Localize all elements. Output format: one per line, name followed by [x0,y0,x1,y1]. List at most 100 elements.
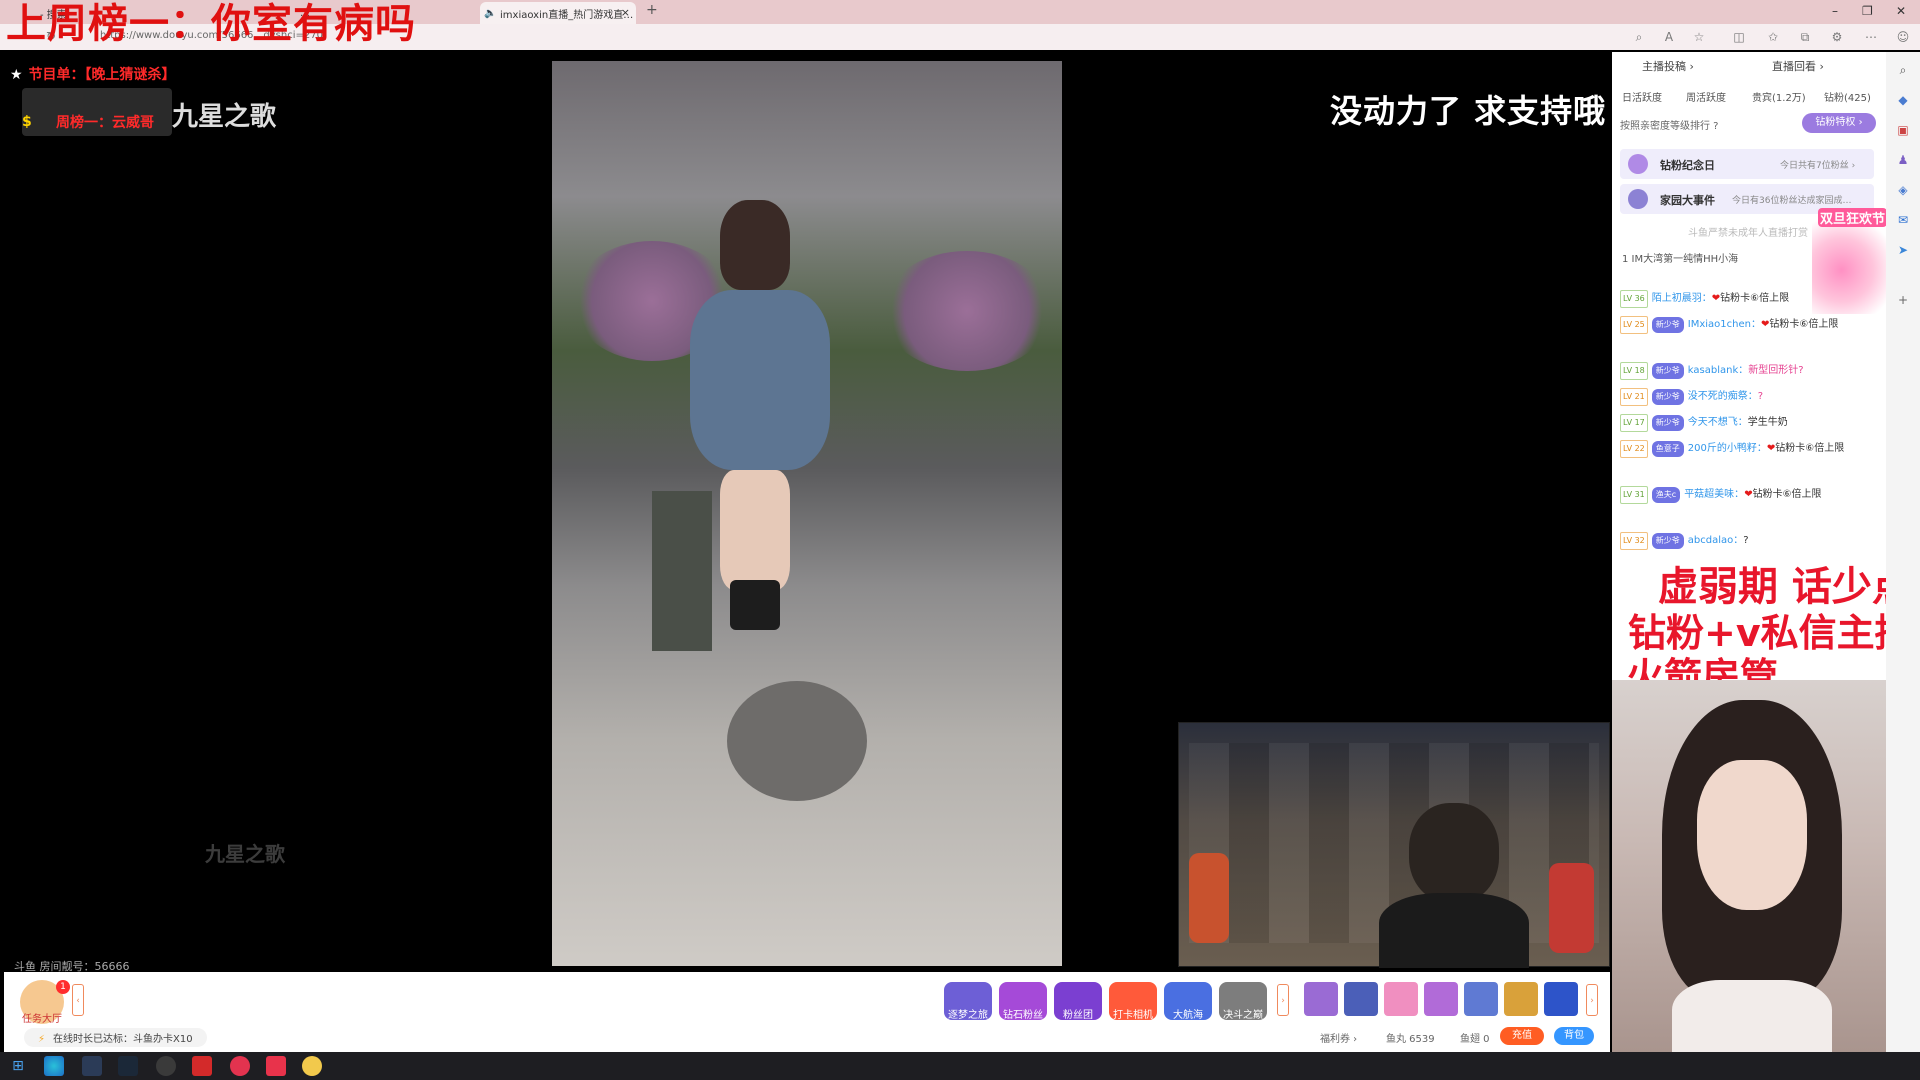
task-badge: 1 [56,980,70,994]
backpack-button[interactable]: 背包 [1554,1027,1594,1045]
recharge-button[interactable]: 充值 [1500,1027,1544,1045]
tab-daily-activity[interactable]: 日活跃度 [1622,89,1662,104]
anchor-camera[interactable] [1612,680,1886,1080]
gift-item[interactable] [1544,982,1578,1016]
chat-message[interactable]: LV 21 新少爷 没不死的痴祭：? [1620,388,1878,406]
outlook-icon[interactable]: ✉ [1893,210,1913,230]
gift-item[interactable] [1504,982,1538,1016]
rank-title: 按照亲密度等级排行 ? [1620,121,1719,132]
games-icon[interactable]: ♟ [1893,150,1913,170]
chat-message[interactable]: LV 32 新少爷 abcdalao：? [1620,532,1878,550]
gift-item[interactable] [1344,982,1378,1016]
gift-item[interactable] [1304,982,1338,1016]
close-tab-icon[interactable]: × [621,6,630,19]
diamond-anniversary-card[interactable]: 钻粉纪念日 今日共有7位粉丝 › [1620,149,1874,179]
extensions-icon[interactable]: ⚙ [1830,30,1844,44]
restore-button[interactable]: ❐ [1862,4,1873,18]
search-icon[interactable]: ⌕ [1893,60,1913,80]
toolbox-icon[interactable]: ▣ [1893,120,1913,140]
pip-camera[interactable] [1178,722,1610,968]
activity-button[interactable]: 打卡相机 [1109,982,1157,1021]
chat-message[interactable]: LV 25 新少爷 IMxiao1chen：❤钻粉卡⑥倍上限 [1620,316,1878,334]
edge-icon[interactable] [44,1056,64,1076]
tab-diamond-fans[interactable]: 钻粉(425) [1824,89,1871,104]
office-icon[interactable]: ◈ [1893,180,1913,200]
zoom-icon[interactable]: ⌕ [1632,30,1646,44]
chat-text: ? [1757,391,1764,402]
program-label: ★ 节目单：【晚上猜谜杀】 [10,67,176,83]
read-aloud-icon[interactable]: A [1662,30,1676,44]
tab-replay[interactable]: 直播回看 › [1772,58,1824,74]
chat-text: 新型回形针? [1748,365,1804,376]
activity-button[interactable]: 决斗之巅 [1219,982,1267,1021]
obs-icon[interactable] [156,1056,176,1076]
profile-icon[interactable]: ☺ [1896,30,1910,44]
diamond-icon [1628,154,1648,174]
favorite-star-icon[interactable]: ☆ [1692,30,1706,44]
close-window-button[interactable]: ✕ [1896,4,1906,18]
gift-item[interactable] [1464,982,1498,1016]
toy-figure [1189,853,1229,943]
expand-gifts-button[interactable]: › [1586,984,1598,1016]
chat-username[interactable]: kasablank： [1688,365,1748,376]
fan-badge: 新少爷 [1651,363,1684,379]
top-banner-text: 上周榜一：你室有病吗 [6,1,416,47]
rank-entry[interactable]: 1 IM大湾第一纯情HH小海 [1622,250,1738,265]
add-icon[interactable]: + [1893,290,1913,310]
fan-badge: 新少爷 [1651,415,1684,431]
online-tip: ⚡ 在线时长已达标：斗鱼办卡X10 [24,1028,207,1047]
minimize-button[interactable]: – [1832,4,1838,18]
fan-badge: 新少爷 [1651,317,1684,333]
chat-username[interactable]: 平菇超美味： [1684,489,1744,500]
netease-music-icon[interactable] [230,1056,250,1076]
expand-left-button[interactable]: ‹ [72,984,84,1016]
chat-username[interactable]: IMxiao1chen： [1688,319,1761,330]
chat-message[interactable]: LV 17 新少爷 今天不想飞：学生牛奶 [1620,414,1878,432]
chat-username[interactable]: 没不死的痴祭： [1688,391,1758,402]
copilot-icon[interactable]: ◆ [1893,90,1913,110]
expand-activities-button[interactable]: › [1277,984,1289,1016]
more-icon[interactable]: ⋯ [1864,30,1878,44]
chat-message[interactable]: LV 18 新少爷 kasablank：新型回形针? [1620,362,1878,380]
app-icon[interactable] [82,1056,102,1076]
chat-username[interactable]: 今天不想飞： [1688,417,1748,428]
chat-username[interactable]: abcdalao： [1688,535,1743,546]
new-tab-button[interactable]: + [646,2,658,18]
tab-weekly-activity[interactable]: 周活跃度 [1686,89,1726,104]
start-icon[interactable]: ⊞ [8,1056,28,1076]
chat-text: 钻粉卡⑥倍上限 [1769,319,1839,330]
steam-icon[interactable] [118,1056,138,1076]
activity-button[interactable]: 大航海 [1164,982,1212,1021]
favorites-icon[interactable]: ✩ [1766,30,1780,44]
chat-username[interactable]: 陌上初晨羽： [1652,293,1712,304]
tab-contribute[interactable]: 主播投稿 › [1642,58,1694,74]
gift-item[interactable] [1384,982,1418,1016]
fuli-link[interactable]: 福利券 › [1320,1030,1357,1045]
browser-tab-active[interactable]: 🔈 imxiaoxin直播_热门游戏直… × [480,2,636,24]
top-right-caption: 没动力了 求支持哦 [1330,92,1607,130]
split-screen-icon[interactable]: ◫ [1732,30,1746,44]
tab-vip[interactable]: 贵宾(1.2万) [1752,89,1806,104]
level-badge: LV 18 [1620,362,1648,380]
screen: - 搜索 … 🔈 imxiaoxin直播_热门游戏直… × + – ❐ ✕ ↻ ht… [0,0,1920,1080]
douyu-icon[interactable] [302,1056,322,1076]
level-badge: LV 32 [1620,532,1648,550]
activity-button[interactable]: 粉丝团 [1054,982,1102,1021]
chat-message[interactable]: LV 22 鱼意子 200斤的小鸭籽：❤钻粉卡⑥倍上限 [1620,440,1878,458]
app-icon[interactable] [266,1056,286,1076]
chat-message[interactable]: LV 36 陌上初晨羽：❤钻粉卡⑥倍上限 [1620,290,1878,308]
coin-icon: $ [22,114,32,130]
chat-message[interactable]: LV 31 渔夫c 平菇超美味：❤钻粉卡⑥倍上限 [1620,486,1878,504]
activity-button[interactable]: 逐梦之旅 [944,982,992,1021]
gift-item[interactable] [1424,982,1458,1016]
festival-banner[interactable]: 双旦狂欢节 [1818,208,1888,227]
chat-username[interactable]: 200斤的小鸭籽： [1688,443,1767,454]
anchor-name-text: 九星之歌 [172,102,277,132]
face [1697,760,1807,910]
activity-button[interactable]: 钻石粉丝 [999,982,1047,1021]
taskbar [0,1052,1920,1080]
send-icon[interactable]: ➤ [1893,240,1913,260]
collections-icon[interactable]: ⧉ [1798,30,1812,44]
diamond-privilege-button[interactable]: 钻粉特权 › [1802,113,1876,133]
valorant-icon[interactable] [192,1056,212,1076]
